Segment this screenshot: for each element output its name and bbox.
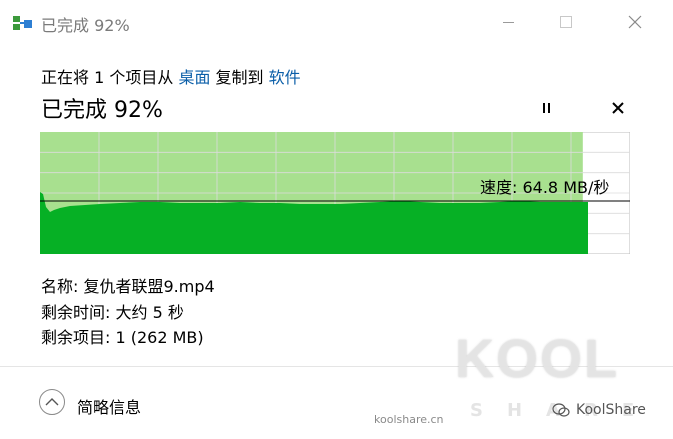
minimize-button[interactable] <box>485 0 531 44</box>
close-icon <box>628 15 642 29</box>
copy-prefix: 正在将 1 个项目从 <box>41 68 179 87</box>
copy-description: 正在将 1 个项目从 桌面 复制到 软件 <box>41 64 301 88</box>
speed-label: 速度: 64.8 MB/秒 <box>480 178 610 197</box>
cancel-button[interactable] <box>606 96 630 120</box>
watermark-logo: KOOL <box>455 329 619 389</box>
pause-button[interactable] <box>534 96 558 120</box>
collapse-details-button[interactable] <box>39 389 65 415</box>
cancel-icon <box>612 102 624 114</box>
maximize-button[interactable] <box>543 0 589 44</box>
time-remaining: 剩余时间: 大约 5 秒 <box>41 303 184 322</box>
pause-icon-bar <box>547 103 550 113</box>
watermark-site: koolshare.cn <box>374 413 444 426</box>
copy-middle: 复制到 <box>210 68 269 87</box>
close-button[interactable] <box>612 0 658 44</box>
minimize-icon <box>502 21 514 23</box>
copy-app-icon <box>13 16 32 30</box>
progress-heading: 已完成 92% <box>41 98 163 123</box>
window-title: 已完成 92% <box>41 16 130 35</box>
maximize-icon <box>560 16 572 28</box>
items-remaining: 剩余项目: 1 (262 MB) <box>41 328 204 347</box>
copy-progress-window: 已完成 92% 正在将 1 个项目从 桌面 复制到 软件 已完成 92% 速度:… <box>0 0 673 439</box>
watermark-brand: KoolShare <box>552 402 646 418</box>
wechat-icon <box>552 403 570 417</box>
source-folder-link[interactable]: 桌面 <box>178 68 210 87</box>
chevron-up-icon <box>45 398 59 406</box>
title-bar[interactable]: 已完成 92% <box>0 0 673 44</box>
watermark-brand-text: KoolShare <box>576 402 646 418</box>
destination-folder-link[interactable]: 软件 <box>269 68 301 87</box>
pause-icon <box>542 103 545 113</box>
collapse-details-label[interactable]: 简略信息 <box>77 394 141 418</box>
file-name: 名称: 复仇者联盟9.mp4 <box>41 277 215 296</box>
